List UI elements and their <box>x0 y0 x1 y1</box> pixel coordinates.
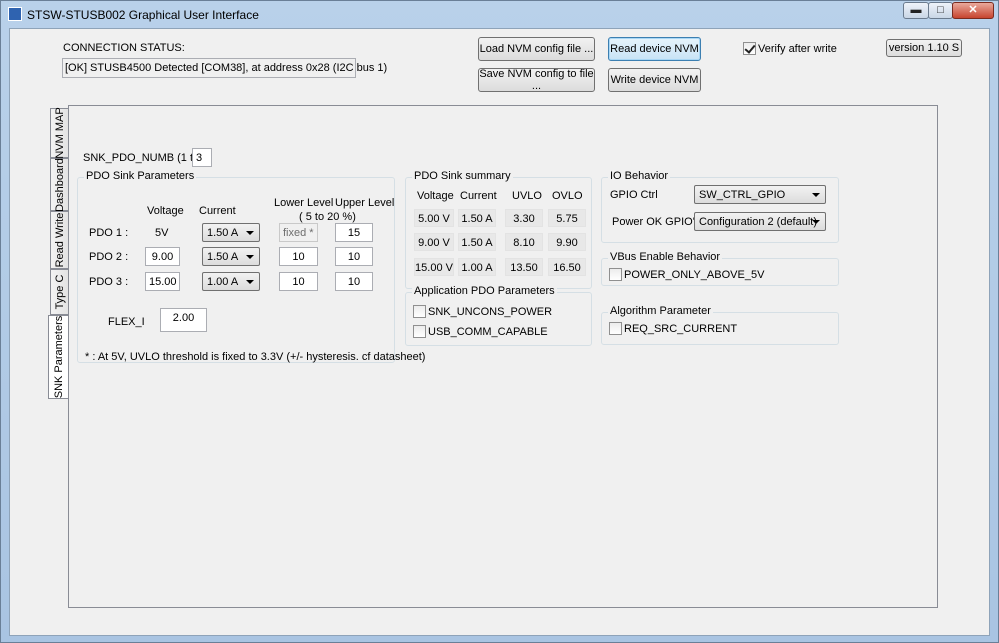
gpio-ctrl-select[interactable]: SW_CTRL_GPIO <box>694 185 826 204</box>
summary-pdo2-uvlo: 8.10 <box>505 233 543 251</box>
pdo2-voltage-input[interactable]: 9.00 <box>145 247 180 266</box>
pdo1-voltage: 5V <box>155 227 169 239</box>
summary-pdo1-current: 1.50 A <box>458 209 496 227</box>
pdo3-voltage-input[interactable]: 15.00 <box>145 272 180 291</box>
maximize-button[interactable]: □ <box>928 2 953 19</box>
tab-nvm-map[interactable]: NVM MAP <box>50 107 68 159</box>
voltage-header: Voltage <box>147 205 184 217</box>
summary-pdo2-ovlo: 9.90 <box>548 233 586 251</box>
summary-pdo1-ovlo: 5.75 <box>548 209 586 227</box>
vbus-enable-title: VBus Enable Behavior <box>608 251 723 263</box>
load-nvm-config-button[interactable]: Load NVM config file ... <box>478 37 595 61</box>
tab-read-write[interactable]: Read Write <box>50 211 68 269</box>
verify-after-write-checkbox[interactable] <box>743 42 756 55</box>
read-device-nvm-button[interactable]: Read device NVM <box>608 37 701 61</box>
pdo2-current-select[interactable]: 1.50 A <box>202 247 260 266</box>
io-behavior-title: IO Behavior <box>608 170 671 182</box>
pdo1-current-select[interactable]: 1.50 A <box>202 223 260 242</box>
tab-dashboard[interactable]: Dashboard <box>50 158 68 211</box>
pdo3-lower-input[interactable]: 10 <box>279 272 318 291</box>
tab-content: SNK_PDO_NUMB (1 to 3) 3 PDO Sink Paramet… <box>68 105 938 608</box>
uvlo-footnote: * : At 5V, UVLO threshold is fixed to 3.… <box>85 351 426 363</box>
summary-pdo2-voltage: 9.00 V <box>414 233 454 251</box>
close-button[interactable]: ✕ <box>952 2 994 19</box>
chevron-down-icon <box>246 280 254 284</box>
client-area: CONNECTION STATUS: [OK] STUSB4500 Detect… <box>9 28 990 636</box>
current-header: Current <box>199 205 236 217</box>
summary-pdo1-uvlo: 3.30 <box>505 209 543 227</box>
summary-pdo3-voltage: 15.00 V <box>414 258 454 276</box>
chevron-down-icon <box>246 231 254 235</box>
app-icon <box>8 7 22 21</box>
req-src-current-label: REQ_SRC_CURRENT <box>624 323 738 335</box>
tab-type-c[interactable]: Type C <box>50 269 68 315</box>
close-icon: ✕ <box>968 4 978 16</box>
chevron-down-icon <box>246 255 254 259</box>
chevron-down-icon <box>812 220 820 224</box>
application-pdo-title: Application PDO Parameters <box>412 285 557 297</box>
pdo3-label: PDO 3 : <box>89 276 129 288</box>
pdo2-label: PDO 2 : <box>89 251 129 263</box>
summary-pdo3-uvlo: 13.50 <box>505 258 543 276</box>
summary-pdo3-current: 1.00 A <box>458 258 496 276</box>
app-window: STSW-STUSB002 Graphical User Interface ▬… <box>0 0 999 643</box>
flex-i-input[interactable]: 2.00 <box>160 308 207 332</box>
snk-uncons-power-label: SNK_UNCONS_POWER <box>428 306 553 318</box>
connection-status-text: [OK] STUSB4500 Detected [COM38], at addr… <box>62 58 387 78</box>
window-title: STSW-STUSB002 Graphical User Interface <box>27 8 259 22</box>
write-device-nvm-button[interactable]: Write device NVM <box>608 68 701 92</box>
lower-level-header: Lower Level <box>274 197 334 209</box>
maximize-icon: □ <box>937 4 944 16</box>
summary-current-header: Current <box>460 190 497 202</box>
summary-voltage-header: Voltage <box>417 190 454 202</box>
flex-i-label: FLEX_I <box>108 316 145 328</box>
snk-parameters-panel: SNK_PDO_NUMB (1 to 3) 3 PDO Sink Paramet… <box>69 106 937 607</box>
snk-uncons-power-checkbox[interactable] <box>413 305 426 318</box>
power-ok-gpio-select[interactable]: Configuration 2 (default) <box>694 212 826 231</box>
minimize-icon: ▬ <box>910 4 922 16</box>
summary-pdo1-voltage: 5.00 V <box>414 209 454 227</box>
summary-pdo3-ovlo: 16.50 <box>548 258 586 276</box>
upper-level-header: Upper Level <box>335 197 395 209</box>
save-nvm-config-button[interactable]: Save NVM config to file ... <box>478 68 595 92</box>
summary-uvlo-header: UVLO <box>512 190 542 202</box>
verify-after-write-label: Verify after write <box>758 43 837 55</box>
pdo3-upper-input[interactable]: 10 <box>335 272 373 291</box>
power-ok-gpio-label: Power OK GPIO's <box>612 216 701 228</box>
minimize-button[interactable]: ▬ <box>903 2 929 19</box>
level-range-label: ( 5 to 20 %) <box>299 211 356 223</box>
req-src-current-checkbox[interactable] <box>609 322 622 335</box>
summary-pdo2-current: 1.50 A <box>458 233 496 251</box>
version-button[interactable]: version 1.10 S <box>886 39 962 57</box>
summary-ovlo-header: OVLO <box>552 190 583 202</box>
tab-snk-parameters[interactable]: SNK Parameters <box>48 315 69 399</box>
power-only-above-5v-checkbox[interactable] <box>609 268 622 281</box>
usb-comm-capable-checkbox[interactable] <box>413 325 426 338</box>
pdo-sink-summary-title: PDO Sink summary <box>412 170 513 182</box>
power-only-above-5v-label: POWER_ONLY_ABOVE_5V <box>624 269 765 281</box>
pdo3-current-select[interactable]: 1.00 A <box>202 272 260 291</box>
usb-comm-capable-label: USB_COMM_CAPABLE <box>428 326 548 338</box>
algorithm-parameter-title: Algorithm Parameter <box>608 305 713 317</box>
pdo2-lower-input[interactable]: 10 <box>279 247 318 266</box>
pdo1-upper-input[interactable]: 15 <box>335 223 373 242</box>
pdo2-upper-input[interactable]: 10 <box>335 247 373 266</box>
pdo1-lower-input: fixed * <box>279 223 318 242</box>
snk-pdo-numb-input[interactable]: 3 <box>192 148 212 167</box>
title-bar[interactable]: STSW-STUSB002 Graphical User Interface ▬… <box>1 1 998 27</box>
connection-status-label: CONNECTION STATUS: <box>63 42 185 54</box>
chevron-down-icon <box>812 193 820 197</box>
gpio-ctrl-label: GPIO Ctrl <box>610 189 658 201</box>
pdo1-label: PDO 1 : <box>89 227 129 239</box>
pdo-sink-parameters-title: PDO Sink Parameters <box>84 170 197 182</box>
